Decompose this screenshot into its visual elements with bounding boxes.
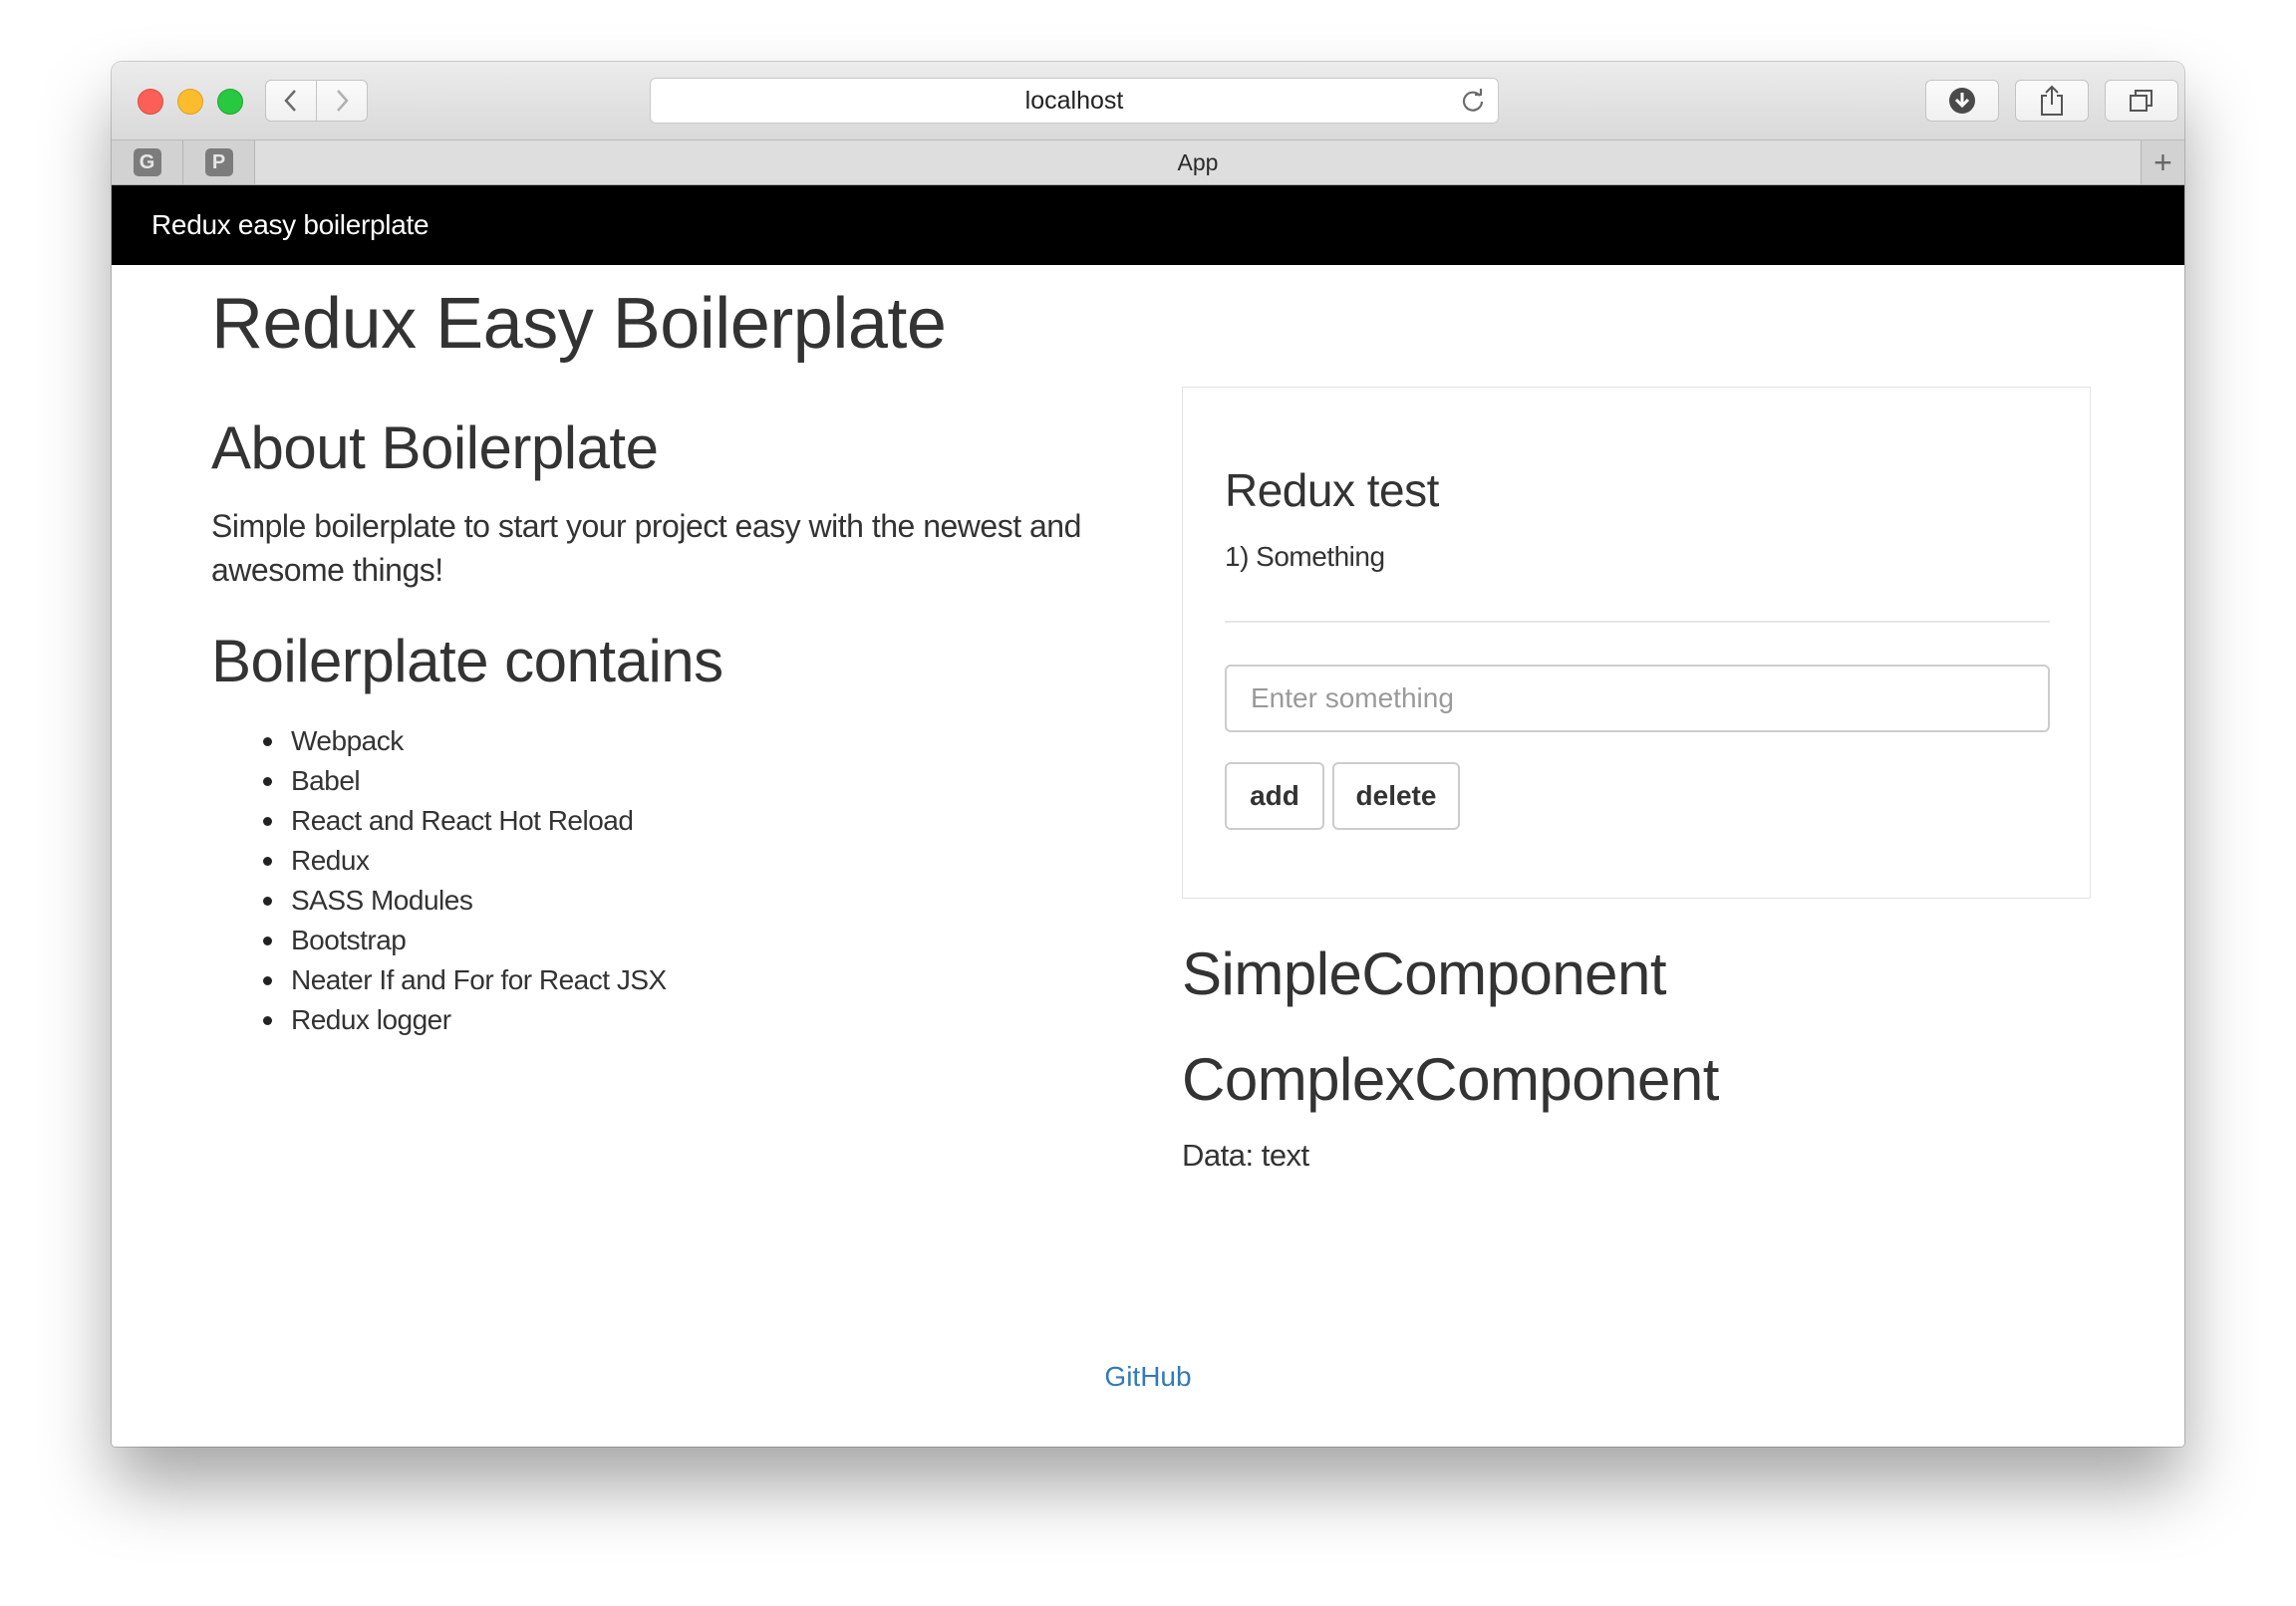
address-bar[interactable]: localhost [650, 78, 1499, 124]
list-item: Webpack [263, 721, 667, 761]
url-text: localhost [1024, 87, 1124, 115]
browser-window: localhost G P App + Redux easy boilerpla… [112, 62, 2184, 1447]
github-link[interactable]: GitHub [112, 1357, 2184, 1397]
simple-component-heading: SimpleComponent [1182, 940, 1667, 1007]
complex-component-heading: ComplexComponent [1182, 1046, 1719, 1113]
pinned-tab-g-icon: G [133, 148, 161, 176]
minimize-window-button[interactable] [177, 89, 203, 115]
plus-icon: + [2153, 143, 2172, 180]
page-title: Redux Easy Boilerplate [211, 284, 947, 364]
tab-app[interactable]: App [255, 140, 2141, 184]
redux-test-title: Redux test [1225, 464, 1439, 516]
reload-icon[interactable] [1460, 88, 1486, 114]
close-window-button[interactable] [138, 89, 163, 115]
enter-something-input[interactable] [1225, 665, 2050, 732]
list-item: Redux [263, 841, 667, 881]
pinned-tab-p-icon: P [204, 148, 233, 176]
title-bar: localhost [112, 62, 2184, 140]
list-item: Neater If and For for React JSX [263, 960, 667, 1000]
list-item: SASS Modules [263, 881, 667, 921]
back-button[interactable] [265, 80, 317, 122]
navbar-brand-link[interactable]: Redux easy boilerplate [151, 185, 430, 265]
contains-list: Webpack Babel React and React Hot Reload… [263, 721, 667, 1040]
tab-bar: G P App + [112, 140, 2184, 185]
redux-test-item: 1) Something [1225, 541, 1385, 572]
top-navbar: Redux easy boilerplate [112, 185, 2184, 265]
share-icon [2041, 85, 2063, 116]
page-content: Redux easy boilerplate Redux Easy Boiler… [112, 185, 2184, 1447]
forward-button[interactable] [316, 80, 368, 122]
download-icon [1949, 88, 1975, 114]
divider [1225, 621, 2050, 623]
pinned-tab-g[interactable]: G [112, 140, 183, 184]
delete-button[interactable]: delete [1332, 762, 1460, 830]
complex-component-data: Data: text [1182, 1138, 1309, 1173]
list-item: React and React Hot Reload [263, 801, 667, 841]
contains-heading: Boilerplate contains [211, 628, 723, 694]
chevron-left-icon [284, 90, 296, 112]
downloads-button[interactable] [1925, 80, 1999, 122]
add-button[interactable]: add [1225, 762, 1324, 830]
show-tabs-button[interactable] [2105, 80, 2178, 122]
list-item: Redux logger [263, 1000, 667, 1040]
share-button[interactable] [2015, 80, 2089, 122]
redux-test-card: Redux test 1) Something add delete [1182, 387, 2091, 899]
tabs-overview-icon [2130, 90, 2152, 112]
about-heading: About Boilerplate [211, 414, 659, 481]
list-item: Babel [263, 761, 667, 801]
maximize-window-button[interactable] [217, 89, 243, 115]
new-tab-button[interactable]: + [2141, 140, 2184, 184]
chevron-right-icon [337, 90, 349, 112]
list-item: Bootstrap [263, 921, 667, 960]
about-text: Simple boilerplate to start your project… [211, 508, 1081, 588]
pinned-tab-p[interactable]: P [183, 140, 255, 184]
